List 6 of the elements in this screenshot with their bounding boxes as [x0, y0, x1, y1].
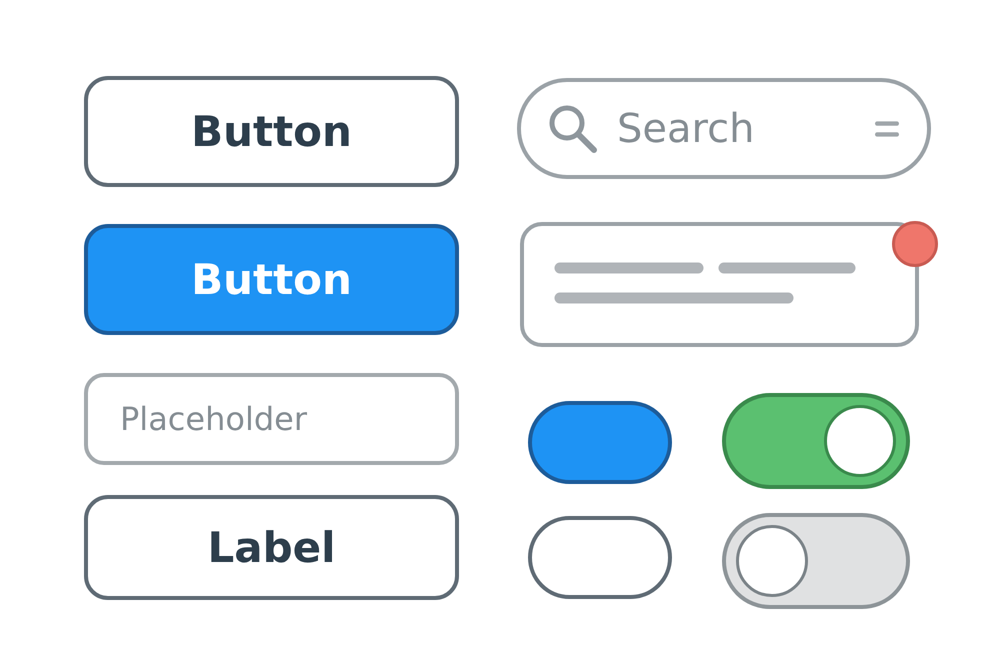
button[interactable]: Button [84, 76, 459, 187]
search-field[interactable]: Search [615, 104, 859, 152]
label-button[interactable]: Label [84, 495, 459, 600]
search-icon [547, 102, 599, 154]
input-field[interactable]: Placeholder [84, 373, 459, 465]
search-bar[interactable]: Search [517, 78, 931, 179]
